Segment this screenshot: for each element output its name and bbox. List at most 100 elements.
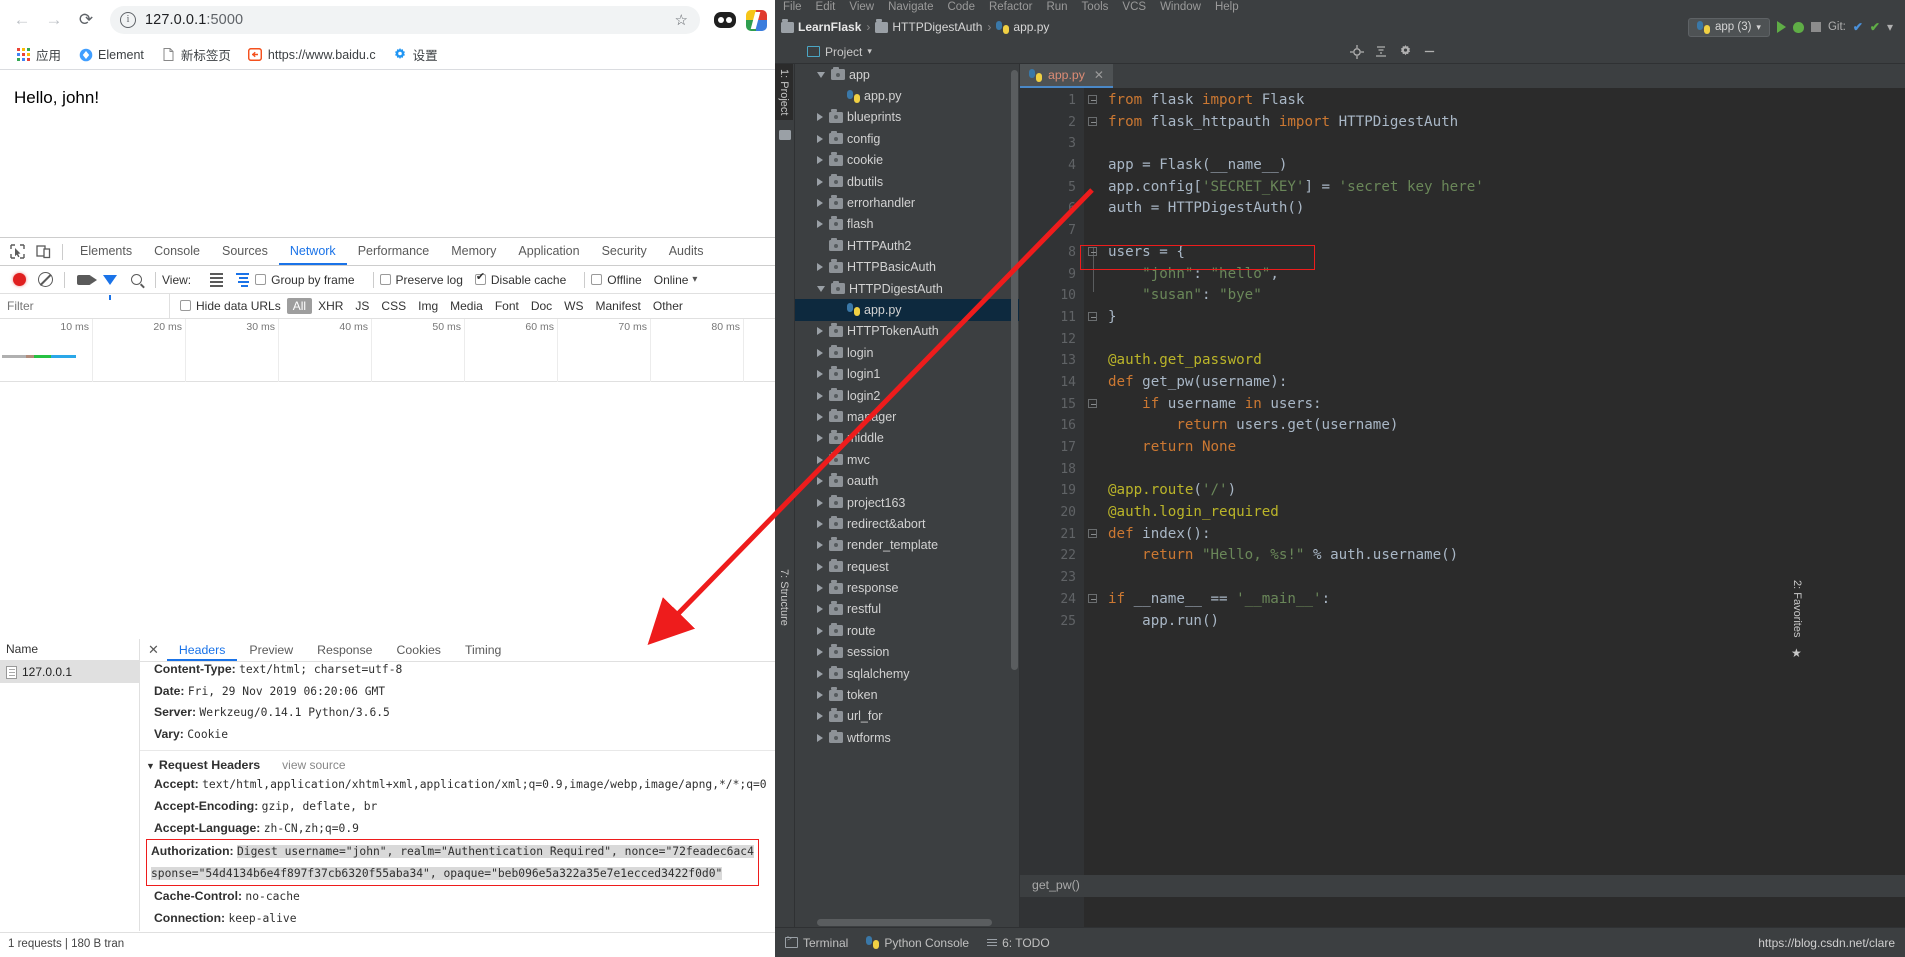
- tree-item-login[interactable]: login: [795, 342, 1019, 363]
- collapse-all-icon[interactable]: [1370, 42, 1392, 62]
- chevron-right-icon[interactable]: [817, 220, 823, 229]
- tree-item-dbutils[interactable]: dbutils: [795, 171, 1019, 192]
- tree-item-response[interactable]: response: [795, 577, 1019, 598]
- tree-item-login2[interactable]: login2: [795, 385, 1019, 406]
- menu-code[interactable]: Code: [947, 1, 975, 13]
- tree-item-url-for[interactable]: url_for: [795, 706, 1019, 727]
- filter-type-css[interactable]: CSS: [375, 299, 412, 313]
- run-configuration-select[interactable]: app (3) ▾: [1687, 17, 1770, 37]
- detail-tab-cookies[interactable]: Cookies: [385, 639, 453, 661]
- target-icon[interactable]: [1346, 42, 1368, 62]
- chevron-right-icon[interactable]: [817, 477, 823, 486]
- chevron-right-icon[interactable]: [817, 263, 823, 272]
- group-by-frame-checkbox[interactable]: Group by frame: [255, 273, 355, 287]
- tree-item-middle[interactable]: middle: [795, 428, 1019, 449]
- chevron-right-icon[interactable]: [817, 434, 823, 443]
- bookmark-element[interactable]: Element: [72, 45, 150, 64]
- debug-button[interactable]: [1792, 21, 1804, 33]
- run-button[interactable]: [1776, 21, 1786, 33]
- chevron-right-icon[interactable]: [817, 519, 823, 528]
- request-headers-section[interactable]: ▼ Request Headers view source: [146, 758, 775, 772]
- chevron-down-icon[interactable]: ▾: [692, 274, 697, 285]
- project-title[interactable]: Project ▾: [799, 45, 880, 59]
- tree-item-httpauth2[interactable]: HTTPAuth2: [795, 235, 1019, 256]
- tree-item-config[interactable]: config: [795, 128, 1019, 149]
- strip-tab-structure[interactable]: 7: Structure: [775, 564, 793, 631]
- chevron-right-icon[interactable]: [817, 691, 823, 700]
- menu-run[interactable]: Run: [1046, 1, 1067, 13]
- waterfall-view-icon[interactable]: [229, 267, 255, 293]
- tab-audits[interactable]: Audits: [658, 238, 715, 265]
- list-view-icon[interactable]: [203, 267, 229, 293]
- table-row[interactable]: 127.0.0.1: [0, 661, 139, 683]
- preserve-log-checkbox[interactable]: Preserve log: [379, 273, 463, 287]
- chevron-down-icon[interactable]: ▾: [1887, 20, 1893, 34]
- detail-tab-response[interactable]: Response: [305, 639, 384, 661]
- hide-data-urls-checkbox[interactable]: Hide data URLs: [180, 299, 281, 313]
- tree-item-redirect-abort[interactable]: redirect&abort: [795, 513, 1019, 534]
- vcs-update-icon[interactable]: ✔: [1853, 20, 1863, 34]
- bookmark-apps[interactable]: 应用: [10, 43, 67, 66]
- tab-elements[interactable]: Elements: [69, 238, 143, 265]
- tab-memory[interactable]: Memory: [440, 238, 507, 265]
- tree-item-app-py[interactable]: app.py: [795, 299, 1019, 321]
- tree-item-login1[interactable]: login1: [795, 363, 1019, 384]
- menu-file[interactable]: File: [783, 1, 802, 13]
- address-bar[interactable]: i 127.0.0.1:5000 ☆: [110, 6, 700, 34]
- fold-marker-icon[interactable]: [1088, 399, 1097, 408]
- extension-color-icon[interactable]: [745, 9, 767, 31]
- chevron-right-icon[interactable]: [817, 134, 823, 143]
- bookmark-star-icon[interactable]: ☆: [675, 11, 688, 29]
- tree-item-mvc[interactable]: mvc: [795, 449, 1019, 470]
- minimize-icon[interactable]: [1418, 42, 1440, 62]
- chevron-right-icon[interactable]: [817, 733, 823, 742]
- filter-input[interactable]: [0, 294, 170, 318]
- chevron-right-icon[interactable]: [817, 712, 823, 721]
- filter-type-manifest[interactable]: Manifest: [590, 299, 647, 313]
- python-console-button[interactable]: Python Console: [866, 936, 969, 950]
- forward-button[interactable]: →: [40, 6, 68, 34]
- chevron-right-icon[interactable]: [817, 455, 823, 464]
- search-icon[interactable]: [123, 267, 149, 293]
- folder-icon[interactable]: [779, 130, 791, 140]
- fold-marker-icon[interactable]: [1088, 312, 1097, 321]
- tree-item-route[interactable]: route: [795, 620, 1019, 641]
- fold-marker-icon[interactable]: [1088, 117, 1097, 126]
- breadcrumb-file[interactable]: app.py: [996, 20, 1049, 34]
- filter-type-media[interactable]: Media: [444, 299, 489, 313]
- chevron-right-icon[interactable]: [817, 199, 823, 208]
- chevron-down-icon[interactable]: ▼: [146, 761, 155, 771]
- breadcrumb-project[interactable]: LearnFlask: [781, 19, 861, 34]
- tab-security[interactable]: Security: [591, 238, 658, 265]
- code-area[interactable]: 1 2 3 4 5 6 7 8 9 10 11 12 13 14 15 16 17 18 19 20 21 22 23 24 2…: [1020, 88, 1905, 927]
- terminal-button[interactable]: Terminal: [785, 934, 848, 950]
- filter-type-all[interactable]: All: [286, 298, 313, 314]
- filter-type-font[interactable]: Font: [489, 299, 525, 313]
- tab-performance[interactable]: Performance: [347, 238, 441, 265]
- throttling-select[interactable]: Online: [654, 273, 689, 287]
- menu-refactor[interactable]: Refactor: [989, 1, 1032, 13]
- fold-marker-icon[interactable]: [1088, 594, 1097, 603]
- chevron-right-icon[interactable]: [817, 584, 823, 593]
- tab-application[interactable]: Application: [507, 238, 590, 265]
- site-info-icon[interactable]: i: [120, 12, 136, 28]
- fold-marker-icon[interactable]: [1088, 95, 1097, 104]
- tree-item-cookie[interactable]: cookie: [795, 150, 1019, 171]
- tree-scrollbar[interactable]: [1011, 70, 1018, 670]
- tree-item-token[interactable]: token: [795, 684, 1019, 705]
- vcs-commit-icon[interactable]: ✔: [1870, 20, 1880, 34]
- tab-sources[interactable]: Sources: [211, 238, 279, 265]
- settings-gear-icon[interactable]: [1394, 42, 1416, 62]
- chevron-right-icon[interactable]: [817, 562, 823, 571]
- fold-marker-icon[interactable]: [1088, 529, 1097, 538]
- stop-button[interactable]: [1810, 22, 1821, 32]
- filter-type-js[interactable]: JS: [349, 299, 375, 313]
- extension-dark-icon[interactable]: [714, 9, 736, 31]
- tree-item-flash[interactable]: flash: [795, 214, 1019, 235]
- chevron-right-icon[interactable]: [817, 498, 823, 507]
- tree-item-wtforms[interactable]: wtforms: [795, 727, 1019, 748]
- chevron-right-icon[interactable]: [817, 177, 823, 186]
- menu-edit[interactable]: Edit: [816, 1, 836, 13]
- detail-tab-preview[interactable]: Preview: [237, 639, 305, 661]
- record-button[interactable]: [6, 267, 32, 293]
